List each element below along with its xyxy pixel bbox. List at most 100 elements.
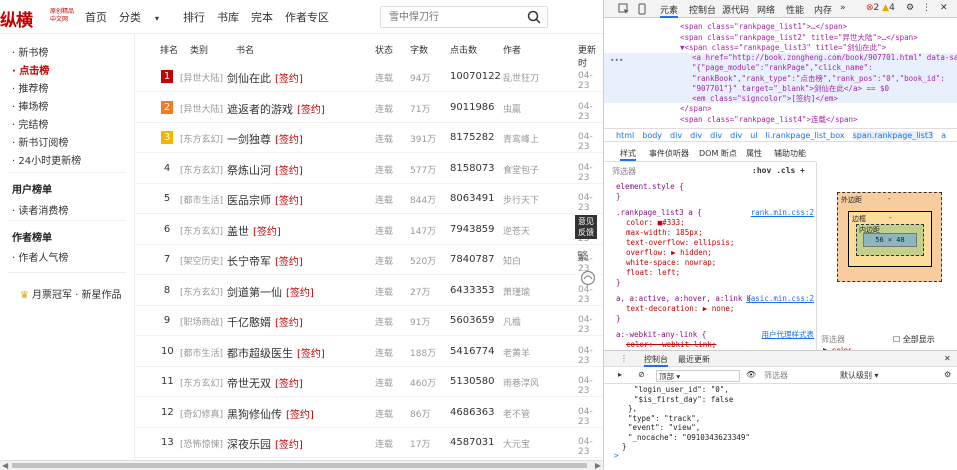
sidebar-item-consume[interactable]: · 读者消费榜 — [12, 202, 68, 217]
tab-elements[interactable]: 元素 — [660, 3, 679, 18]
drawer-tab-whatsnew[interactable]: 最近更新 — [678, 354, 710, 365]
book-title-link[interactable]: 一剑独尊 [签约] — [227, 131, 303, 147]
dom-node-line[interactable]: </span> — [680, 104, 712, 113]
tab-network[interactable]: 网络 — [757, 3, 775, 16]
author-link[interactable]: 逆苍天 — [503, 224, 530, 237]
drawer-close-icon[interactable]: ✕ — [944, 354, 951, 363]
breadcrumb-item[interactable]: html — [616, 131, 634, 140]
category-link[interactable]: [东方玄幻] — [180, 376, 223, 389]
css-declaration[interactable]: white-space: nowrap; — [616, 258, 814, 268]
feedback-button[interactable]: 意见反馈 — [575, 215, 597, 239]
author-link[interactable]: 大元宝 — [503, 437, 530, 450]
tab-styles[interactable]: 样式 — [620, 148, 636, 161]
category-link[interactable]: [都市生活] — [180, 346, 223, 359]
css-declaration[interactable]: } — [616, 278, 814, 288]
book-title-link[interactable]: 长宁帝军 [签约] — [227, 253, 303, 269]
author-link[interactable]: 老黄羊 — [503, 346, 530, 359]
dom-node-line[interactable]: <span class="rankpage_list4">连载</span> — [680, 114, 858, 125]
css-declaration[interactable]: overflow: ▶ hidden; — [616, 248, 814, 258]
sidebar-item-support[interactable]: · 捧场榜 — [12, 98, 48, 113]
sidebar-toggle-icon[interactable]: ▸ — [618, 370, 622, 379]
author-link[interactable]: 步行天下 — [503, 193, 539, 206]
ellipsis-icon[interactable]: ••• — [610, 56, 624, 65]
css-declaration[interactable]: color: ■#333; — [616, 218, 814, 228]
drawer-tab-console[interactable]: 控制台 — [644, 354, 668, 367]
tab-memory[interactable]: 内存 — [814, 3, 832, 16]
book-title-link[interactable]: 黑狗修仙传 [签约] — [227, 406, 314, 422]
more-tabs-icon[interactable]: » — [840, 3, 846, 13]
clear-console-icon[interactable]: ⊘ — [638, 370, 645, 379]
author-link[interactable]: 老不管 — [503, 407, 530, 420]
hov-cls-toggle[interactable]: :hov .cls — [752, 166, 795, 175]
category-link[interactable]: [异世大陆] — [180, 102, 223, 115]
nav-library[interactable]: 书库 — [217, 9, 239, 25]
tab-performance[interactable]: 性能 — [786, 3, 804, 16]
author-link[interactable]: 凡檐 — [503, 315, 521, 328]
show-all-checkbox[interactable]: ☐ 全部显示 — [893, 334, 935, 345]
author-link[interactable]: 乱世狂刀 — [503, 71, 539, 84]
console-filter-input[interactable]: 筛选器 — [764, 370, 788, 381]
site-logo[interactable]: 纵横 原创精品中文网 — [0, 6, 78, 31]
breadcrumb-item[interactable]: ul — [750, 131, 757, 140]
author-link[interactable]: 青鸾峰上 — [503, 132, 539, 145]
nav-finished[interactable]: 完本 — [251, 9, 273, 25]
tab-console[interactable]: 控制台 — [689, 3, 716, 16]
author-link[interactable]: 虫羸 — [503, 102, 521, 115]
breadcrumb-item[interactable]: span.rankpage_list3 — [852, 131, 934, 140]
nav-author[interactable]: 作者专区 — [285, 9, 329, 25]
category-link[interactable]: [东方玄幻] — [180, 132, 223, 145]
author-link[interactable]: 雨巷淳风 — [503, 376, 539, 389]
author-link[interactable]: 知白 — [503, 254, 521, 267]
css-source-link[interactable]: basic.min.css:2 — [746, 294, 814, 304]
breadcrumb-item[interactable]: a — [941, 131, 946, 140]
sidebar-item-finished[interactable]: · 完结榜 — [12, 116, 48, 131]
css-declaration[interactable]: float: left; — [616, 268, 814, 278]
inspect-icon[interactable] — [618, 3, 630, 15]
context-select[interactable]: 顶部 ▾ — [656, 370, 740, 382]
css-declaration[interactable]: color: -webkit-link; — [616, 340, 814, 350]
error-count[interactable]: ⊗2 ▲4 — [866, 3, 895, 13]
book-title-link[interactable]: 遮返者的游戏 [签约] — [227, 101, 325, 117]
breadcrumb-item[interactable]: div — [670, 131, 682, 140]
scroll-thumb[interactable] — [12, 463, 587, 468]
book-title-link[interactable]: 祭炼山河 [签约] — [227, 162, 303, 178]
book-title-link[interactable]: 医品宗师 [签约] — [227, 192, 303, 208]
log-level-select[interactable]: 默认级别 ▾ — [840, 370, 879, 381]
dom-node-line[interactable]: <em class="signcolor">[签约]</em> — [692, 93, 838, 104]
category-link[interactable]: [异世大陆] — [180, 71, 223, 84]
eye-icon[interactable]: 👁 — [746, 370, 756, 379]
sidebar-item-recommend[interactable]: · 推荐榜 — [12, 80, 48, 95]
nav-category[interactable]: 分类 ▾ — [119, 9, 171, 25]
book-title-link[interactable]: 帝世无双 [签约] — [227, 375, 303, 391]
book-title-link[interactable]: 深夜乐园 [签约] — [227, 436, 303, 452]
sidebar-item-new[interactable]: · 新书榜 — [12, 44, 48, 59]
search-icon[interactable] — [527, 10, 541, 24]
book-title-link[interactable]: 都市超级医生 [签约] — [227, 345, 325, 361]
book-title-link[interactable]: 剑道第一仙 [签约] — [227, 284, 314, 300]
category-link[interactable]: [东方玄幻] — [180, 224, 223, 237]
gear-icon[interactable]: ⚙ — [906, 3, 914, 13]
drawer-menu-icon[interactable]: ⋮ — [620, 354, 628, 363]
book-title-link[interactable]: 盖世 [签约] — [227, 223, 281, 239]
traditional-toggle[interactable]: 繁 — [577, 248, 588, 264]
scroll-left-icon[interactable]: ◀ — [2, 461, 8, 470]
category-link[interactable]: [架空历史] — [180, 254, 223, 267]
nav-rank[interactable]: 排行 — [183, 9, 205, 25]
category-link[interactable]: [奇幻修真] — [180, 407, 223, 420]
breadcrumb-item[interactable]: li.rankpage_list_box — [766, 131, 845, 140]
category-link[interactable]: [恐怖惊悚] — [180, 437, 223, 450]
sidebar-item-author-pop[interactable]: · 作者人气榜 — [12, 249, 68, 264]
tab-dom-breakpoints[interactable]: DOM 断点 — [699, 148, 737, 159]
category-link[interactable]: [都市生活] — [180, 193, 223, 206]
sidebar-item-click[interactable]: · 点击榜 — [12, 62, 49, 77]
css-declaration[interactable]: text-decoration: ▶ none; — [616, 304, 814, 314]
breadcrumb-item[interactable]: body — [642, 131, 662, 140]
breadcrumb-item[interactable]: div — [690, 131, 702, 140]
author-link[interactable]: 萧瑾瑜 — [503, 285, 530, 298]
tab-sources[interactable]: 源代码 — [722, 3, 749, 16]
tab-accessibility[interactable]: 辅助功能 — [774, 148, 806, 159]
scroll-right-icon[interactable]: ▶ — [595, 461, 601, 470]
css-source-link[interactable]: rank.min.css:2 — [751, 208, 814, 218]
book-title-link[interactable]: 剑仙在此 [签约] — [227, 70, 303, 86]
styles-filter-input[interactable]: 筛选器 — [612, 166, 636, 177]
